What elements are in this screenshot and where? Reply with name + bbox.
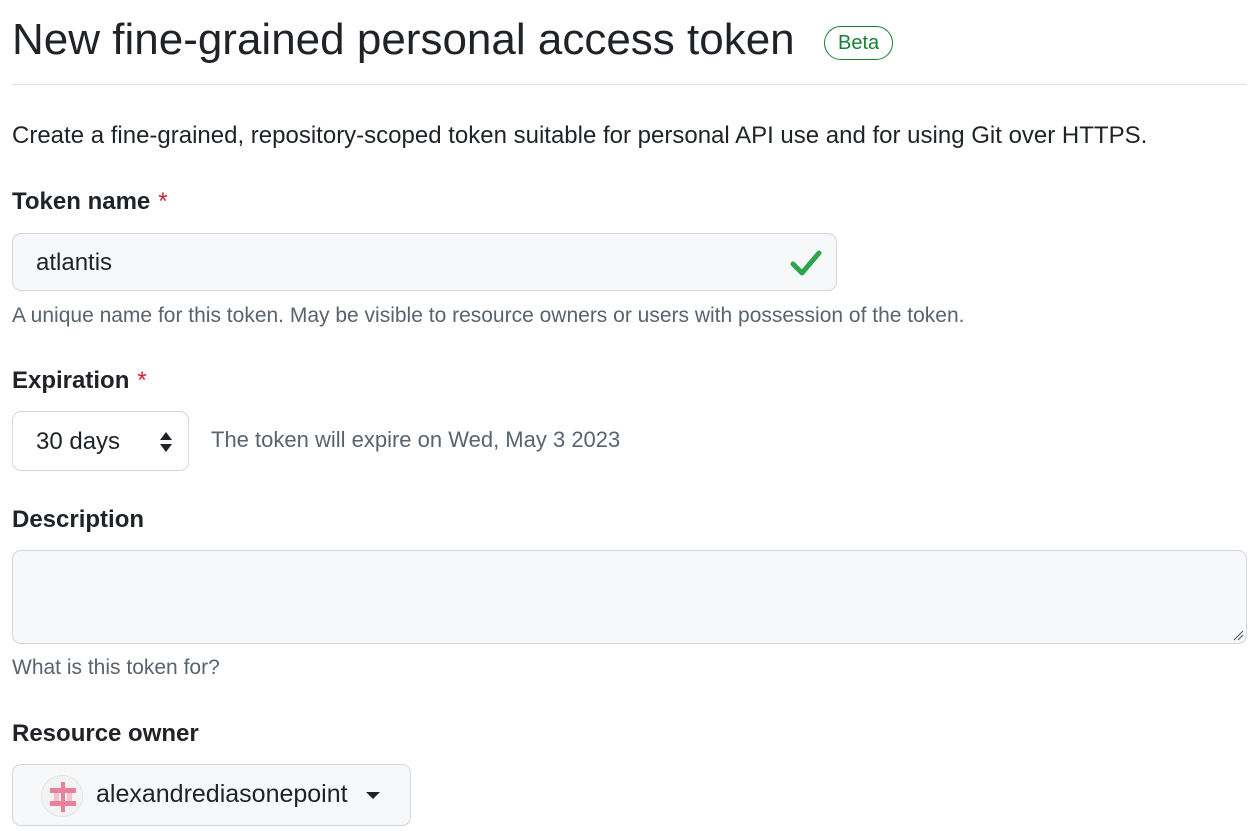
resize-handle-icon[interactable] [1232, 629, 1244, 641]
expiration-label-text: Expiration [12, 367, 130, 394]
token-name-value[interactable]: atlantis [36, 249, 112, 277]
up-down-arrows-icon [160, 432, 172, 452]
resource-owner-dropdown[interactable]: alexandrediasonepoint [12, 764, 411, 826]
page-title: New fine-grained personal access token [12, 15, 795, 64]
description-label: Description [12, 506, 145, 533]
caret-down-icon [366, 792, 380, 799]
avatar [41, 775, 83, 817]
resource-owner-value: alexandrediasonepoint [96, 780, 348, 808]
beta-badge: Beta [824, 26, 894, 60]
expiration-select[interactable]: 30 days [12, 411, 189, 471]
check-icon [790, 250, 822, 276]
required-mark: * [137, 367, 147, 394]
expiration-label: Expiration * [12, 367, 147, 395]
token-name-help: A unique name for this token. May be vis… [12, 304, 965, 327]
expiration-note: The token will expire on Wed, May 3 2023 [211, 427, 621, 452]
required-mark: * [158, 188, 168, 215]
token-name-input[interactable]: atlantis [12, 233, 837, 291]
page-header: New fine-grained personal access token B… [12, 10, 1246, 85]
token-name-label-text: Token name [12, 188, 151, 215]
token-name-label: Token name * [12, 188, 168, 216]
description-help: What is this token for? [12, 656, 220, 679]
description-textarea[interactable] [12, 550, 1247, 644]
expiration-value: 30 days [36, 428, 121, 455]
intro-text: Create a fine-grained, repository-scoped… [12, 122, 1148, 149]
identicon-icon [42, 776, 82, 816]
resource-owner-label: Resource owner [12, 720, 199, 747]
